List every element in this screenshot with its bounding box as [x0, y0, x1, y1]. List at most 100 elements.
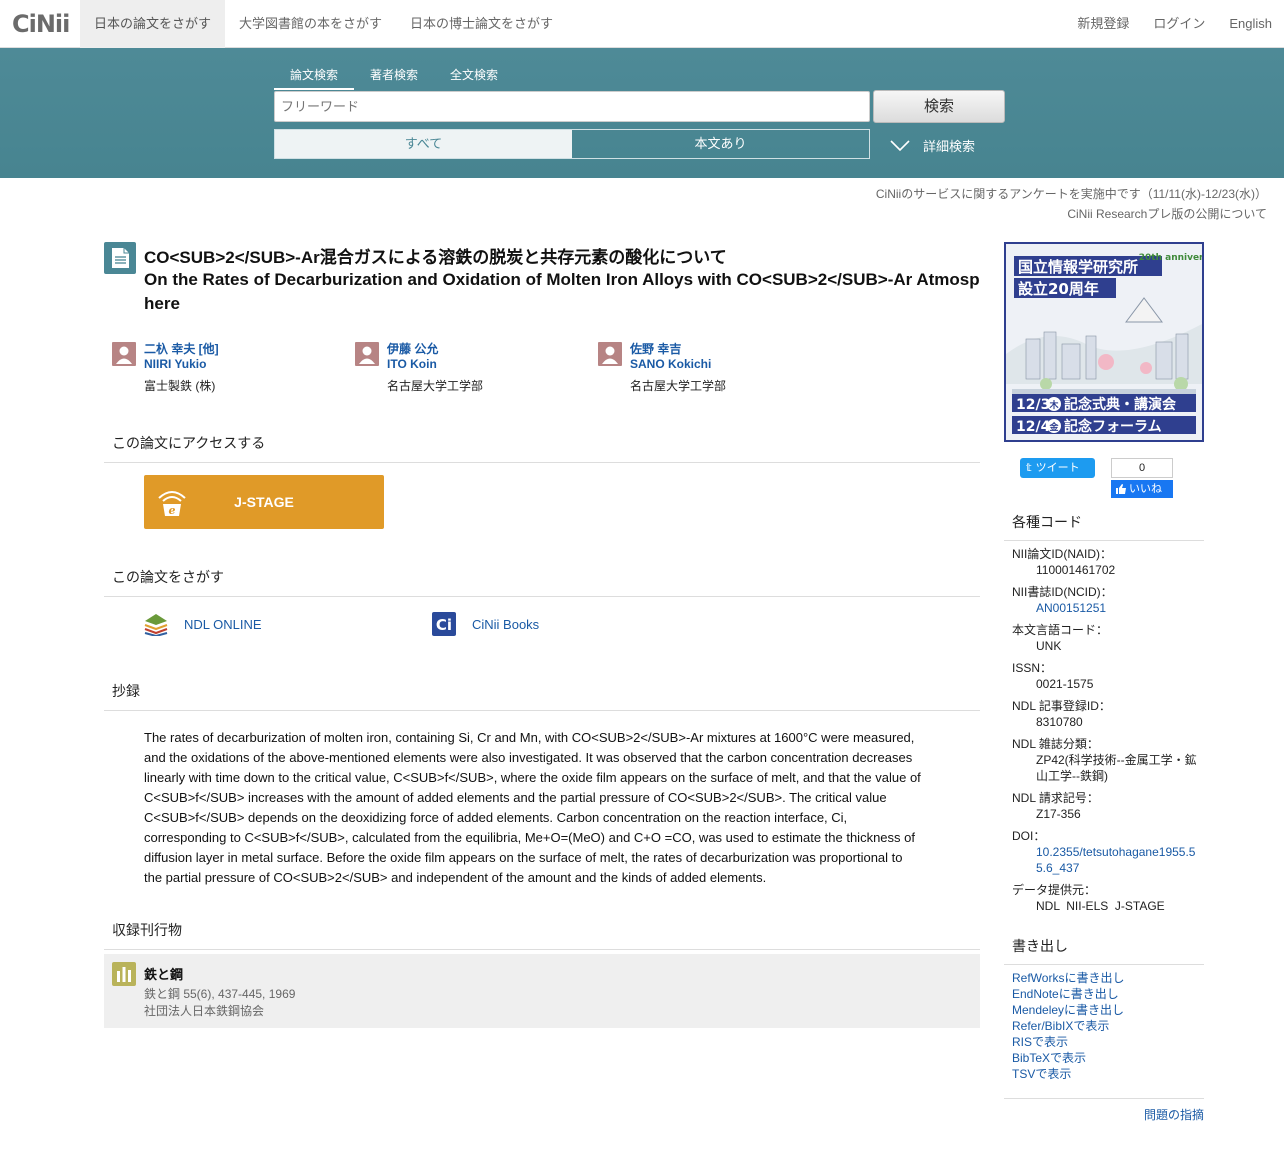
thumbs-up-icon: [1116, 484, 1126, 494]
code-source: データ提供元： NDL NII-ELS J-STAGE: [1012, 882, 1202, 914]
banner-event-1: 記念式典・講演会: [1064, 396, 1177, 413]
code-ndl-class: NDL 雑誌分類： ZP42(科学技術--金属工学・鉱山工学--鉄鋼): [1012, 736, 1202, 784]
author-name-ja[interactable]: 佐野 幸吉: [630, 342, 711, 357]
export-ris[interactable]: RISで表示: [1012, 1034, 1124, 1050]
banner-date-1: 12/3: [1016, 397, 1050, 413]
tab-books[interactable]: 大学図書館の本をさがす: [225, 0, 396, 48]
journal-publisher: 社団法人日本鉄鋼協会: [144, 1004, 265, 1018]
register-link[interactable]: 新規登録: [1065, 0, 1141, 48]
like-count: 0: [1111, 458, 1173, 478]
author-affiliation: 名古屋大学工学部: [630, 379, 727, 393]
journal-heading: 収録刊行物: [104, 920, 980, 950]
person-icon: [598, 342, 622, 366]
author-affiliation: 富士製鉄 (株): [144, 379, 216, 393]
search-input[interactable]: [274, 91, 870, 122]
journal-icon: [112, 962, 136, 986]
export-mendeley[interactable]: Mendeleyに書き出し: [1012, 1002, 1124, 1018]
tab-fulltext-search[interactable]: 全文検索: [434, 64, 514, 90]
divider: [1004, 1098, 1204, 1099]
cinii-books-icon: Ci: [432, 612, 456, 636]
filter-all[interactable]: すべて: [275, 130, 572, 158]
code-key: NDL 請求記号：: [1012, 791, 1099, 805]
english-link[interactable]: English: [1217, 0, 1284, 48]
login-link[interactable]: ログイン: [1141, 0, 1217, 48]
jstage-button[interactable]: e J-STAGE: [144, 475, 384, 529]
ndl-online-label[interactable]: NDL ONLINE: [184, 617, 262, 632]
ndl-online-link[interactable]: NDL ONLINE: [144, 612, 262, 636]
export-refworks[interactable]: RefWorksに書き出し: [1012, 970, 1124, 986]
document-icon: [104, 242, 136, 274]
tab-dissertations[interactable]: 日本の博士論文をさがす: [396, 0, 567, 48]
doi-link[interactable]: 10.2355/tetsutohagane1955.55.6_437: [1036, 845, 1195, 875]
code-key: NII論文ID(NAID)：: [1012, 547, 1112, 561]
search-panel: 論文検索 著者検索 全文検索 検索 すべて 本文あり 詳細検索: [0, 48, 1284, 178]
access-heading: この論文にアクセスする: [104, 433, 980, 463]
nii-anniversary-banner[interactable]: 国立情報学研究所 設立20周年 20th anniversary 12/3 木 …: [1004, 242, 1204, 442]
code-ncid: NII書誌ID(NCID)： AN00151251: [1012, 584, 1202, 616]
code-naid: NII論文ID(NAID)： 110001461702: [1012, 546, 1202, 578]
author-name-en[interactable]: SANO Kokichi: [630, 357, 711, 372]
report-issue-link[interactable]: 問題の指摘: [1144, 1106, 1204, 1123]
search-button[interactable]: 検索: [873, 90, 1005, 123]
export-bibtex[interactable]: BibTeXで表示: [1012, 1050, 1124, 1066]
ndl-icon: [144, 614, 168, 636]
author-name[interactable]: 二杁 幸夫 [他] NIIRI Yukio: [144, 342, 219, 372]
ncid-link[interactable]: AN00151251: [1036, 601, 1106, 615]
journal-title[interactable]: 鉄と鋼: [144, 964, 183, 983]
code-key: ISSN：: [1012, 661, 1053, 675]
tab-author-search[interactable]: 著者検索: [354, 64, 434, 90]
banner-line2: 設立20周年: [1018, 280, 1099, 298]
code-key: DOI：: [1012, 829, 1046, 843]
tweet-label: ツイート: [1035, 462, 1080, 474]
author-name-en[interactable]: NIIRI Yukio: [144, 357, 219, 372]
jstage-label: J-STAGE: [234, 494, 294, 510]
export-endnote[interactable]: EndNoteに書き出し: [1012, 986, 1124, 1002]
cinii-books-link[interactable]: Ci CiNii Books: [432, 612, 539, 636]
like-button[interactable]: いいね: [1111, 480, 1173, 498]
code-value: UNK: [1036, 639, 1062, 653]
chevron-down-icon: [890, 139, 910, 151]
filter-fulltext[interactable]: 本文あり: [572, 130, 869, 158]
export-tsv[interactable]: TSVで表示: [1012, 1066, 1124, 1082]
author-name[interactable]: 伊藤 公允 ITO Koin: [387, 342, 438, 372]
journal-citation: 鉄と鋼 55(6), 437-445, 1969: [144, 987, 296, 1001]
tab-articles[interactable]: 日本の論文をさがす: [80, 0, 226, 48]
advanced-search-toggle[interactable]: 詳細検索: [890, 136, 975, 155]
survey-notice[interactable]: CiNiiのサービスに関するアンケートを実施中です（11/11(水)-12/23…: [876, 184, 1267, 204]
availability-filter: すべて 本文あり: [274, 129, 870, 159]
code-language: 本文言語コード： UNK: [1012, 622, 1202, 654]
export-refer[interactable]: Refer/BibIXで表示: [1012, 1018, 1124, 1034]
codes-heading: 各種コード: [1004, 512, 1204, 541]
person-icon: [355, 342, 379, 366]
author-name[interactable]: 佐野 幸吉 SANO Kokichi: [630, 342, 711, 372]
abstract-text: The rates of decarburization of molten i…: [144, 730, 921, 885]
banner-anniversary-mark: 20th anniversary: [1139, 253, 1202, 263]
advanced-search-label: 詳細検索: [923, 139, 976, 154]
banner-event-2: 記念フォーラム: [1064, 418, 1162, 435]
abstract-heading: 抄録: [104, 681, 980, 711]
banner-day-2: 金: [1048, 421, 1059, 433]
tab-article-search[interactable]: 論文検索: [274, 64, 355, 90]
banner-line1: 国立情報学研究所: [1018, 258, 1138, 276]
code-value: 110001461702: [1036, 563, 1116, 577]
banner-date-2: 12/4: [1016, 419, 1051, 435]
tweet-button[interactable]: 𝕥 ツイート: [1020, 458, 1095, 478]
code-value: 0021-1575: [1036, 677, 1094, 691]
author-name-ja[interactable]: 伊藤 公允: [387, 342, 438, 357]
journal-card[interactable]: 鉄と鋼 鉄と鋼 55(6), 437-445, 1969 社団法人日本鉄鋼協会: [104, 954, 980, 1028]
author-affiliation: 名古屋大学工学部: [387, 379, 484, 393]
research-notice[interactable]: CiNii Researchプレ版の公開について: [876, 204, 1267, 224]
code-key: データ提供元：: [1012, 883, 1097, 897]
code-issn: ISSN： 0021-1575: [1012, 660, 1202, 692]
author-name-en[interactable]: ITO Koin: [387, 357, 438, 372]
author-name-ja[interactable]: 二杁 幸夫 [他]: [144, 342, 219, 357]
person-icon: [112, 342, 136, 366]
twitter-bird-icon: 𝕥: [1026, 462, 1032, 474]
search-type-tabs: 論文検索 著者検索 全文検索: [274, 64, 514, 90]
facebook-like[interactable]: 0 いいね: [1111, 458, 1173, 498]
code-key: 本文言語コード：: [1012, 623, 1109, 637]
cinii-logo[interactable]: CiNii: [12, 10, 70, 38]
cinii-books-label[interactable]: CiNii Books: [472, 617, 539, 632]
code-value: ZP42(科学技術--金属工学・鉱山工学--鉄鋼): [1036, 753, 1197, 783]
code-ndl-id: NDL 記事登録ID： 8310780: [1012, 698, 1202, 730]
